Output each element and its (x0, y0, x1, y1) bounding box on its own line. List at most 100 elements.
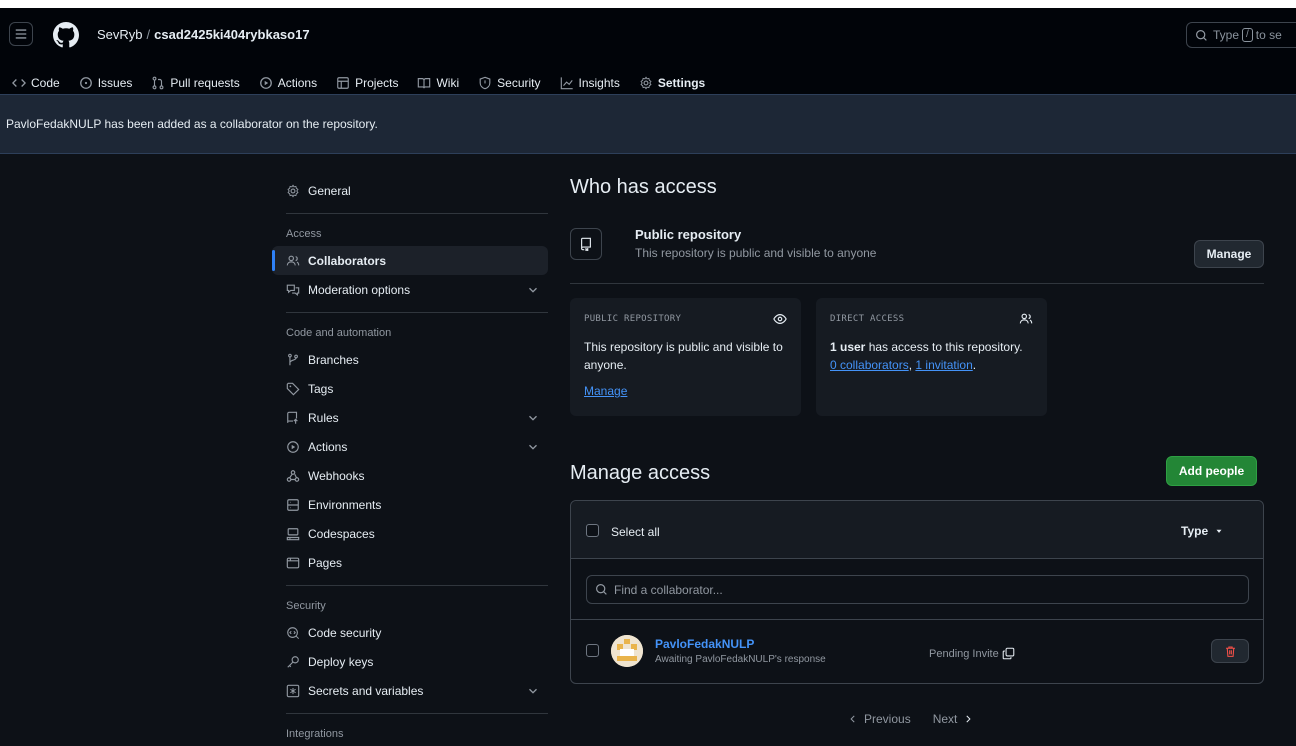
remove-collaborator-button[interactable] (1211, 639, 1249, 663)
menu-button[interactable] (9, 22, 33, 46)
card-body: 1 user has access to this repository. 0 … (830, 338, 1033, 374)
collaborators-box-header: Select all Type (571, 501, 1263, 559)
sidebar-item-tags[interactable]: Tags (272, 374, 548, 403)
sidebar-item-general[interactable]: General (272, 176, 548, 205)
chevron-down-icon (529, 688, 537, 694)
page-title: Who has access (570, 176, 717, 198)
previous-page-button[interactable]: Previous (848, 712, 911, 726)
sidebar-item-code-security[interactable]: Code security (272, 618, 548, 647)
sidebar-item-label: Pages (308, 555, 343, 570)
pagination: Previous Next (848, 712, 973, 726)
card-heading: DIRECT ACCESS (830, 314, 905, 324)
copy-icon[interactable] (1002, 647, 1015, 660)
sidebar-item-label: Secrets and variables (308, 683, 424, 698)
avatar[interactable] (611, 635, 643, 667)
sidebar-item-label: Moderation options (308, 282, 411, 297)
sidebar-item-environments[interactable]: Environments (272, 490, 548, 519)
sidebar-heading-access: Access (286, 228, 322, 240)
manage-visibility-button[interactable]: Manage (1194, 240, 1264, 268)
tab-label: Settings (657, 76, 706, 90)
breadcrumb: SevRyb / csad2425ki404rybkaso17 (97, 27, 310, 42)
tab-label: Pull requests (170, 76, 240, 90)
sidebar-heading-integrations: Integrations (286, 728, 344, 740)
collaborator-checkbox[interactable] (586, 644, 599, 657)
search-prefix: Type (1213, 28, 1240, 42)
card-text: This repository is public and visible to… (584, 340, 783, 372)
next-page-button[interactable]: Next (933, 712, 974, 726)
flash-message: PavloFedakNULP has been added as a colla… (6, 117, 378, 131)
github-logo-icon[interactable] (53, 22, 79, 48)
card-manage-link[interactable]: Manage (584, 382, 627, 400)
public-repository-title: Public repository (635, 227, 742, 242)
collaborator-name-link[interactable]: PavloFedakNULP (655, 637, 754, 651)
trash-icon (1225, 646, 1235, 657)
previous-label: Previous (864, 712, 911, 726)
user-count: 1 user (830, 340, 866, 354)
tab-label: Wiki (436, 76, 460, 90)
chevron-down-icon (529, 287, 537, 293)
sidebar-item-label: Codespaces (308, 526, 375, 541)
sidebar-item-branches[interactable]: Branches (272, 345, 548, 374)
sidebar-divider (286, 585, 548, 586)
chevron-right-icon (966, 715, 971, 723)
sidebar-item-label: Code security (308, 625, 382, 640)
eye-icon (773, 314, 787, 324)
sidebar-item-pages[interactable]: Pages (272, 548, 548, 577)
sidebar-heading-security: Security (286, 600, 326, 612)
git-branch-icon (288, 353, 298, 365)
invitations-link[interactable]: 1 invitation (915, 358, 972, 372)
people-icon (1019, 313, 1033, 324)
sidebar-item-moderation[interactable]: Moderation options (272, 275, 548, 304)
sidebar-item-label: Actions (308, 439, 348, 454)
search-input[interactable]: Type / to se (1186, 22, 1296, 48)
sidebar-item-webhooks[interactable]: Webhooks (272, 461, 548, 490)
public-repository-row: Public repository This repository is pub… (570, 224, 1264, 284)
shield-icon (479, 76, 491, 90)
tab-label: Security (497, 76, 541, 90)
book-icon (418, 78, 431, 89)
card-header: PUBLIC REPOSITORY (584, 312, 787, 326)
triangle-down-icon (1216, 529, 1222, 533)
git-pull-request-icon (152, 76, 164, 90)
find-collaborator-input[interactable]: Find a collaborator... (586, 575, 1249, 604)
manage-access-title: Manage access (570, 462, 711, 484)
repo-link[interactable]: csad2425ki404rybkaso17 (154, 27, 309, 42)
search-icon (1196, 29, 1207, 41)
sidebar-item-secrets[interactable]: Secrets and variables (272, 676, 548, 705)
type-filter-dropdown[interactable]: Type (1181, 524, 1224, 538)
tab-label: Actions (277, 76, 318, 90)
pending-invite-label: Pending Invite (929, 647, 999, 660)
sidebar-item-actions[interactable]: Actions (272, 432, 548, 461)
search-shortcut-key: / (1242, 28, 1253, 42)
type-filter-label: Type (1181, 524, 1209, 538)
next-label: Next (932, 712, 958, 726)
top-strip (0, 0, 1296, 8)
select-all-checkbox[interactable] (586, 524, 599, 537)
sidebar-item-collaborators[interactable]: Collaborators (272, 246, 548, 275)
repo-push-icon (287, 411, 298, 424)
sidebar-item-deploy-keys[interactable]: Deploy keys (272, 647, 548, 676)
repo-icon (581, 237, 591, 251)
tab-label: Code (31, 76, 60, 90)
pending-invite: Pending Invite (929, 647, 1015, 660)
main-content: Who has access Public repository This re… (570, 176, 1264, 726)
card-header: DIRECT ACCESS (830, 312, 1033, 326)
code-icon (12, 79, 26, 87)
sidebar-item-codespaces[interactable]: Codespaces (272, 519, 548, 548)
add-people-button[interactable]: Add people (1166, 456, 1257, 486)
breadcrumb-separator: / (146, 27, 151, 42)
sidebar-item-label: Rules (308, 410, 339, 425)
sidebar-item-rules[interactable]: Rules (272, 403, 548, 432)
tab-label: Projects (355, 76, 399, 90)
sidebar-item-label: Environments (308, 497, 382, 512)
sidebar-item-label: Tags (308, 381, 334, 396)
key-icon (287, 655, 299, 668)
server-icon (287, 498, 299, 511)
owner-link[interactable]: SevRyb (97, 27, 143, 42)
gear-icon (640, 76, 652, 90)
browser-icon (286, 557, 300, 568)
collaborators-link[interactable]: 0 collaborators (830, 358, 909, 372)
webhook-icon (286, 469, 300, 482)
chevron-down-icon (529, 444, 537, 450)
repo-icon-box (570, 228, 602, 260)
